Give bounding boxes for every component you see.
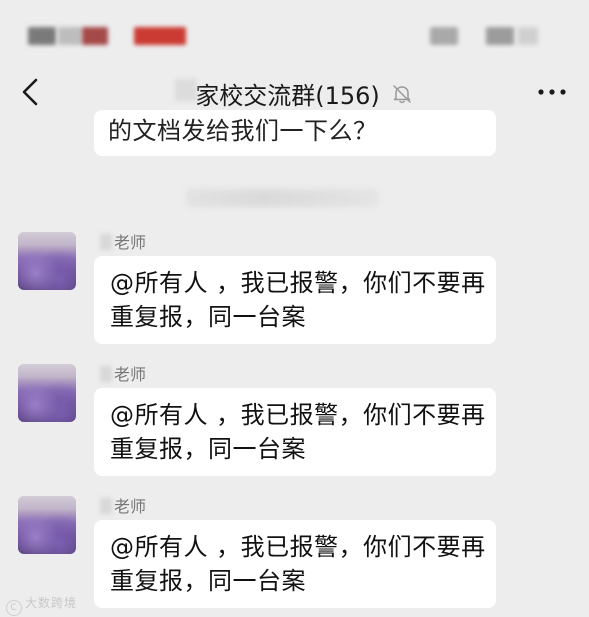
previous-message-text: 的文档发给我们一下么？ (108, 117, 378, 145)
message-text: @所有人 ，我已报警，你们不要再重复报，同一台案 (110, 533, 486, 595)
message-bubble[interactable]: @所有人 ，我已报警，你们不要再重复报，同一台案 (94, 256, 496, 344)
message-bubble[interactable]: @所有人 ，我已报警，你们不要再重复报，同一台案 (94, 520, 496, 608)
timestamp-redacted (186, 189, 378, 207)
title-redaction (175, 79, 198, 101)
sender-avatar[interactable] (18, 232, 76, 290)
previous-message-bubble[interactable]: 的文档发给我们一下么？ (94, 110, 496, 156)
status-blur-7 (518, 27, 538, 45)
sender-name: 老师 (100, 232, 146, 254)
watermark: C 大数跨境 (6, 594, 77, 616)
sender-avatar[interactable] (18, 496, 76, 554)
status-bar (0, 0, 589, 60)
sender-name: 老师 (100, 496, 146, 518)
bell-muted-icon (390, 82, 414, 106)
sender-avatar[interactable] (18, 364, 76, 422)
status-blur-4 (134, 27, 186, 45)
chat-title: 家校交流群(156) (195, 82, 380, 110)
message-text: @所有人 ，我已报警，你们不要再重复报，同一台案 (110, 401, 486, 463)
more-options-button[interactable] (537, 80, 567, 104)
message-bubble[interactable]: @所有人 ，我已报警，你们不要再重复报，同一台案 (94, 388, 496, 476)
chat-title-wrap: 家校交流群(156) (0, 76, 589, 111)
more-dots-icon (538, 89, 566, 95)
status-blur-5 (430, 27, 458, 45)
message-text: @所有人 ，我已报警，你们不要再重复报，同一台案 (110, 269, 486, 331)
status-blur-6 (486, 27, 514, 45)
sender-name: 老师 (100, 364, 146, 386)
watermark-logo-icon: C (6, 600, 22, 616)
status-blur-3 (82, 27, 108, 45)
status-blur-2 (58, 27, 82, 45)
status-blur-1 (28, 27, 56, 45)
